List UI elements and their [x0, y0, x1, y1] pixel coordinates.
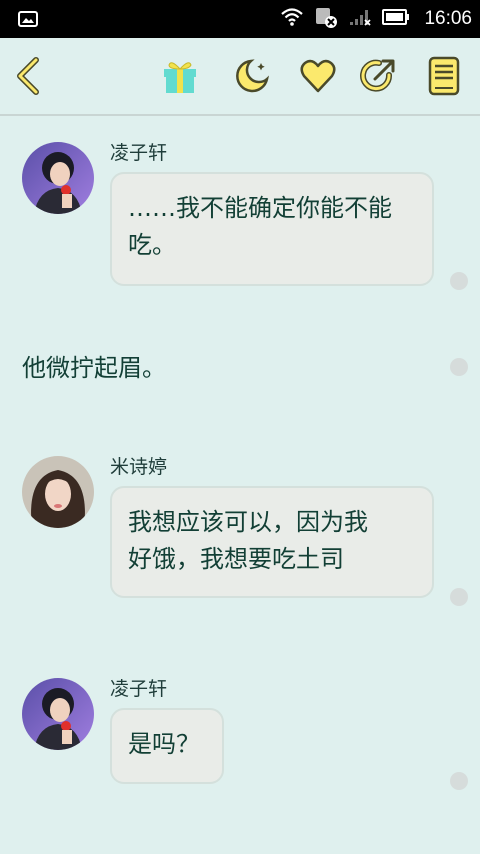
- message-text-line: ……我不能确定你能不能: [128, 194, 392, 222]
- catalog-button[interactable]: [424, 56, 464, 96]
- message-text-line: 是吗？: [128, 730, 200, 758]
- share-icon: [360, 59, 395, 92]
- image-notification-icon: [18, 10, 38, 32]
- share-button[interactable]: [358, 56, 398, 96]
- book-icon: [428, 56, 460, 96]
- gift-button[interactable]: [160, 56, 200, 96]
- reader-toolbar: [0, 38, 480, 116]
- comment-dot[interactable]: [450, 588, 468, 606]
- sender-name: 米诗婷: [110, 456, 168, 478]
- message-bubble[interactable]: 是吗？: [110, 708, 224, 784]
- comment-dot[interactable]: [450, 772, 468, 790]
- avatar-image-male: [22, 678, 94, 750]
- message-text-line: 我想应该可以，因为我: [128, 508, 368, 536]
- sender-name: 凌子轩: [110, 678, 168, 700]
- avatar-image-male: [22, 142, 94, 214]
- battery-icon: [382, 9, 410, 29]
- avatar[interactable]: [22, 456, 94, 528]
- narration-text: 他微拧起眉。: [22, 354, 166, 382]
- favorite-button[interactable]: [298, 56, 338, 96]
- back-button[interactable]: [8, 56, 48, 96]
- status-bar: 16:06: [0, 0, 480, 38]
- avatar-image-female: [22, 456, 94, 528]
- message-text-line: 吃。: [128, 231, 176, 259]
- wifi-icon: [280, 7, 304, 31]
- sender-name: 凌子轩: [110, 142, 168, 164]
- sim-off-icon: [314, 6, 338, 32]
- avatar[interactable]: [22, 678, 94, 750]
- chat-list[interactable]: 凌子轩 ……我不能确定你能不能 吃。 他微拧起眉。 米诗婷 我想应该可以，因为我…: [0, 116, 480, 854]
- message-bubble[interactable]: ……我不能确定你能不能 吃。: [110, 172, 434, 286]
- comment-dot[interactable]: [450, 272, 468, 290]
- message-text-line: 好饿，我想要吃土司: [128, 545, 344, 573]
- night-mode-button[interactable]: [232, 56, 272, 96]
- message-bubble[interactable]: 我想应该可以，因为我 好饿，我想要吃土司: [110, 486, 434, 598]
- heart-icon: [300, 59, 336, 93]
- signal-icon: [348, 7, 372, 31]
- status-time: 16:06: [424, 8, 472, 29]
- gift-icon: [164, 62, 196, 93]
- comment-dot[interactable]: [450, 358, 468, 376]
- chevron-left-icon: [17, 57, 39, 95]
- avatar[interactable]: [22, 142, 94, 214]
- moon-icon: [236, 59, 270, 93]
